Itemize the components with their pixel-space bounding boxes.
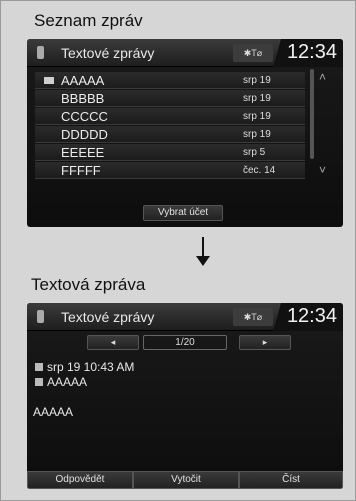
message-sender: AAAAA [47,375,88,389]
message-date: srp 19 [243,75,271,86]
scroll-up-icon[interactable]: ˄ [319,70,326,84]
phone-icon [37,46,44,59]
list-section-label: Seznam zpráv [34,11,143,30]
envelope-icon [44,77,54,84]
message-date: čec. 14 [243,165,276,176]
select-account-button[interactable]: Vybrat účet [143,205,223,221]
message-row-6[interactable]: FFFFF čec. 14 [35,162,305,179]
message-detail-screen: Textové zprávy ✱T⌀ 12:34 ◂ 1/20 ▸ srp 19… [27,303,343,489]
action-bar: Odpovědět Vytočit Číst [27,471,343,489]
message-sender: DDDDD [61,127,108,142]
reply-button[interactable]: Odpovědět [27,471,133,489]
phone-icon [37,310,44,323]
message-date: srp 5 [243,147,266,158]
message-list-screen: Textové zprávy ✱T⌀ 12:34 AAAAA srp 19 BB… [27,39,343,227]
message-row-5[interactable]: EEEEE srp 5 [35,144,305,161]
clock: 12:34 [286,305,337,327]
arrow-head-icon [196,256,210,266]
message-row-3[interactable]: CCCCC srp 19 [35,108,305,125]
message-sender: FFFFF [61,163,101,178]
scrollbar[interactable] [310,69,314,159]
message-row-2[interactable]: BBBBB srp 19 [35,90,305,107]
message-body: AAAAA [33,405,74,419]
bluetooth-status-icon: ✱T⌀ [233,44,273,62]
next-message-button[interactable]: ▸ [239,335,291,350]
message-date: srp 19 [243,111,271,122]
screen-title: Textové zprávy [61,45,155,61]
contact-icon [35,378,43,386]
topbar: Textové zprávy ✱T⌀ 12:34 [27,39,343,67]
message-datetime: srp 19 10:43 AM [47,360,135,374]
message-row-4[interactable]: DDDDD srp 19 [35,126,305,143]
message-date: srp 19 [243,93,271,104]
message-sender: EEEEE [61,145,105,160]
topbar: Textové zprávy ✱T⌀ 12:34 [27,303,343,331]
scroll-down-icon[interactable]: ˅ [319,163,326,177]
message-sender: CCCCC [61,109,108,124]
bluetooth-status-icon: ✱T⌀ [233,308,273,326]
clock: 12:34 [286,41,337,63]
previous-message-button[interactable]: ◂ [87,335,139,350]
illustration-frame: Seznam zpráv Textové zprávy ✱T⌀ 12:34 AA… [0,0,356,501]
message-date: srp 19 [243,129,271,140]
screen-title: Textové zprávy [61,309,155,325]
call-button[interactable]: Vytočit [133,471,239,489]
detail-section-label: Textová zpráva [31,275,146,294]
message-row-1[interactable]: AAAAA srp 19 [35,72,305,89]
page-indicator: 1/20 [143,335,227,350]
calendar-icon [35,363,43,371]
message-sender: AAAAA [61,73,105,88]
message-sender: BBBBB [61,91,105,106]
read-button[interactable]: Číst [239,471,343,489]
